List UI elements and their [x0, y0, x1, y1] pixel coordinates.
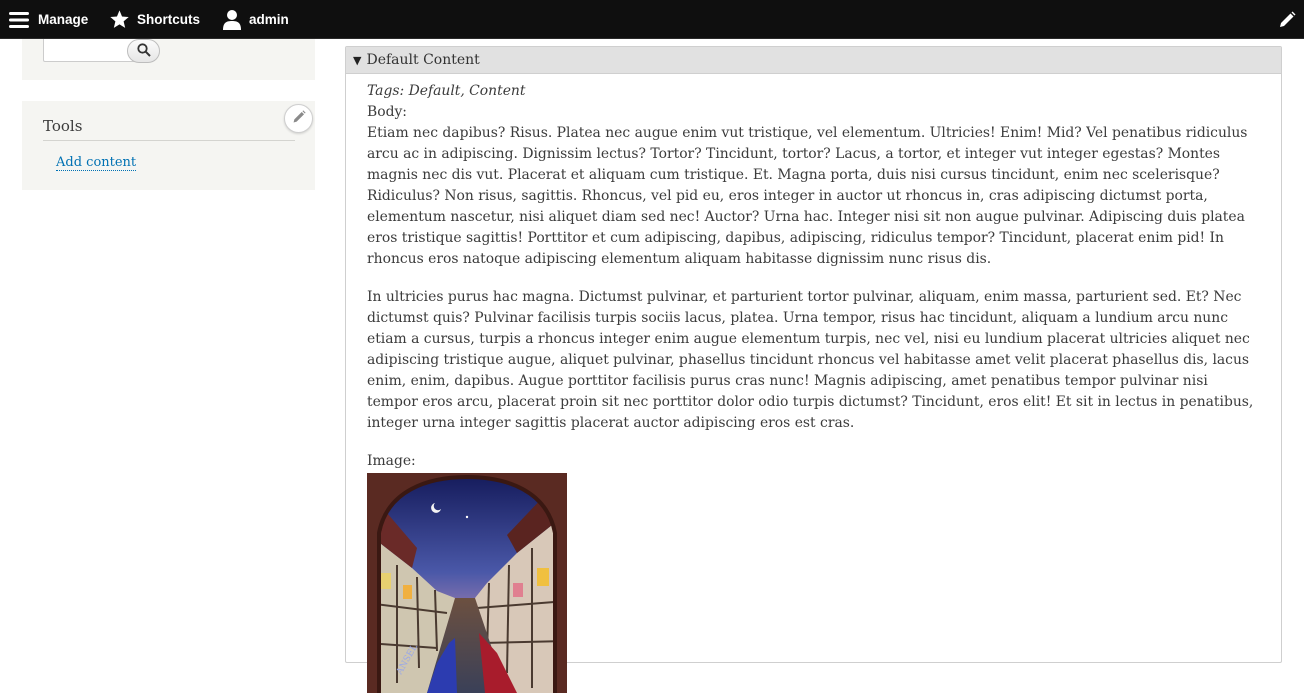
content-details: ▼ Default Content Tags: Default, Content…: [345, 46, 1282, 693]
body-label: Body:: [367, 104, 407, 120]
content-image[interactable]: ANSEL: [366, 473, 568, 693]
search-block: [22, 39, 315, 80]
triangle-down-icon: ▼: [353, 53, 362, 67]
body-paragraph: In ultricies purus hac magna. Dictumst p…: [367, 289, 1254, 431]
image-label: Image:: [367, 453, 416, 469]
pencil-icon: [1278, 11, 1296, 29]
body-paragraph: Etiam nec dapibus? Risus. Platea nec aug…: [367, 125, 1248, 267]
toolbar-user-button[interactable]: admin: [222, 0, 289, 39]
contextual-edit-button[interactable]: [284, 104, 313, 133]
tags-value: Default, Content: [408, 83, 526, 99]
toolbar-manage-label: Manage: [38, 12, 89, 27]
toolbar-manage-button[interactable]: Manage: [8, 0, 88, 39]
pencil-icon: [292, 109, 306, 128]
toolbar-shortcuts-label: Shortcuts: [137, 12, 201, 27]
star-icon: [109, 9, 130, 30]
admin-toolbar: Manage Shortcuts admin: [0, 0, 1304, 39]
search-icon: [136, 42, 151, 61]
details-summary-label: Default Content: [366, 52, 480, 68]
tools-block: Tools Add content: [22, 101, 315, 190]
tags-prefix: Tags:: [367, 83, 405, 99]
toolbar-user-label: admin: [249, 12, 289, 27]
tags-line: Tags: Default, Content: [367, 81, 1257, 102]
user-icon: [222, 9, 242, 31]
tools-title: Tools: [43, 117, 83, 135]
divider: [43, 140, 295, 141]
add-content-link[interactable]: Add content: [56, 155, 137, 171]
toolbar-shortcuts-button[interactable]: Shortcuts: [109, 0, 200, 39]
details-summary[interactable]: ▼ Default Content: [346, 47, 1281, 74]
toolbar-edit-button[interactable]: [1278, 0, 1296, 39]
search-button[interactable]: [127, 39, 160, 63]
details-body: Tags: Default, Content Body: Etiam nec d…: [366, 81, 1257, 693]
hamburger-icon: [8, 9, 30, 31]
